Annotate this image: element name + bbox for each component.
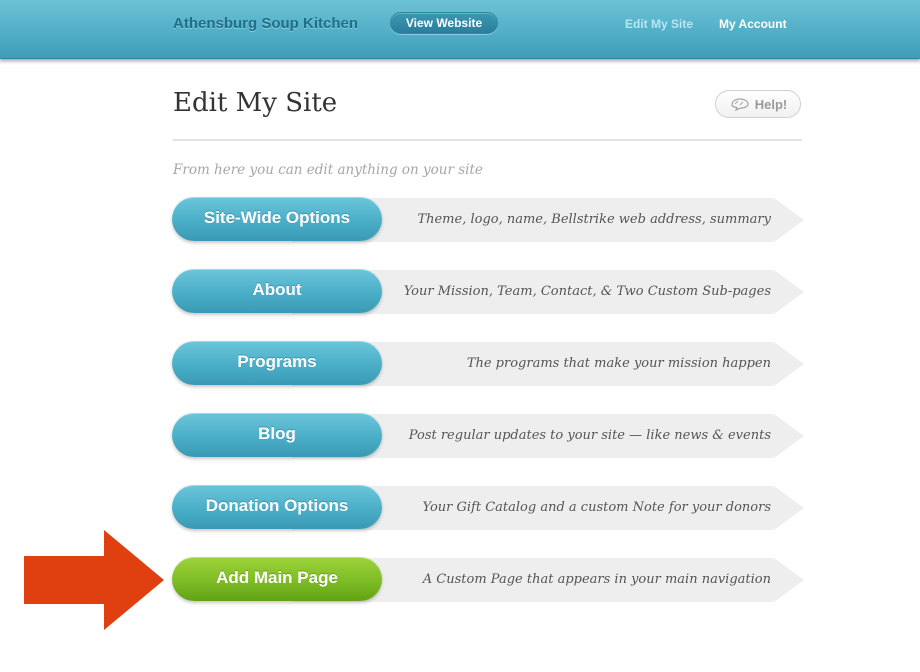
help-label: Help! [754, 96, 788, 112]
donation-options-button[interactable]: Donation Options [172, 485, 382, 529]
section-row-donation-options: Your Gift Catalog and a custom Note for … [172, 485, 804, 531]
blog-button[interactable]: Blog [172, 413, 382, 457]
section-description: The programs that make your mission happ… [466, 356, 771, 371]
section-description: A Custom Page that appears in your main … [422, 572, 771, 587]
section-row-about: Your Mission, Team, Contact, & Two Custo… [172, 269, 804, 315]
section-row-programs: The programs that make your mission happ… [172, 341, 804, 387]
section-description: Your Gift Catalog and a custom Note for … [422, 500, 771, 515]
section-row-site-wide-options: Theme, logo, name, Bellstrike web addres… [172, 197, 804, 243]
section-row-blog: Post regular updates to your site — like… [172, 413, 804, 459]
section-description: Your Mission, Team, Contact, & Two Custo… [403, 284, 771, 299]
add-main-page-button[interactable]: Add Main Page [172, 557, 382, 601]
section-description: Post regular updates to your site — like… [408, 428, 771, 443]
programs-button[interactable]: Programs [172, 341, 382, 385]
nav-my-account[interactable]: My Account [719, 17, 787, 31]
section-description: Theme, logo, name, Bellstrike web addres… [417, 212, 771, 227]
section-row-add-main-page: A Custom Page that appears in your main … [172, 557, 804, 603]
speech-bubble-icon [729, 96, 751, 112]
site-wide-options-button[interactable]: Site-Wide Options [172, 197, 382, 241]
top-bar: Athensburg Soup Kitchen View Website Edi… [0, 0, 920, 65]
about-button[interactable]: About [172, 269, 382, 313]
nav-edit-my-site[interactable]: Edit My Site [625, 17, 693, 31]
arrow-right-icon [24, 530, 164, 635]
divider [173, 139, 802, 141]
organization-name[interactable]: Athensburg Soup Kitchen [173, 15, 358, 32]
view-website-button[interactable]: View Website [390, 12, 498, 34]
help-button[interactable]: Help! [715, 90, 801, 118]
intro-text: From here you can edit anything on your … [173, 162, 483, 178]
page-title: Edit My Site [173, 88, 338, 118]
